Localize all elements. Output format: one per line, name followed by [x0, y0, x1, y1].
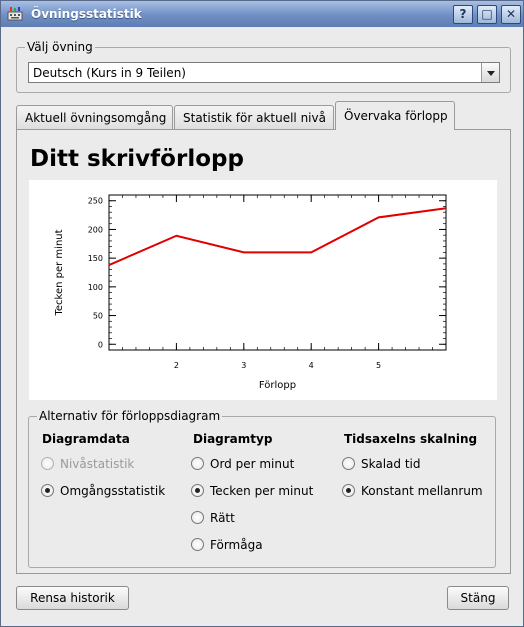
chart-data-heading: Diagramdata: [42, 432, 130, 446]
chart-options-groupbox: Alternativ för förloppsdiagram Diagramda…: [28, 409, 496, 568]
close-button[interactable]: Stäng: [447, 586, 509, 610]
tab-label: Övervaka förlopp: [344, 109, 448, 123]
progress-tab-panel: Ditt skrivförlopp 0 50 100 150 200 250 2 3 4 5 För…: [16, 129, 511, 574]
dialog-window: Övningsstatistik ? □ ✕ Välj övning Deuts…: [0, 0, 524, 627]
radio-words-per-minute[interactable]: [191, 457, 204, 470]
app-icon: [7, 7, 23, 21]
y-tick-label: 100: [88, 283, 103, 292]
radio-scaled-time[interactable]: [342, 457, 355, 470]
chart-type-heading: Diagramtyp: [193, 432, 273, 446]
radio-correct[interactable]: [191, 511, 204, 524]
x-tick-label: 4: [309, 361, 314, 370]
page-title: Ditt skrivförlopp: [30, 146, 244, 172]
tab-level-statistics[interactable]: Statistik för aktuell nivå: [174, 105, 334, 130]
radio-level-statistics[interactable]: [41, 457, 54, 470]
radio-level-statistics-label[interactable]: Nivåstatistik: [60, 457, 134, 471]
tab-current-session[interactable]: Aktuell övningsomgång: [16, 105, 173, 130]
progress-chart: 0 50 100 150 200 250 2 3 4 5 Förlopp Tecken per min…: [54, 194, 447, 391]
y-axis-label: Tecken per minut: [54, 229, 65, 316]
tab-monitor-progress[interactable]: Övervaka förlopp: [335, 101, 455, 130]
close-window-button[interactable]: ✕: [501, 5, 521, 24]
exercise-group-title: Välj övning: [25, 40, 95, 54]
radio-chars-per-minute[interactable]: [191, 484, 204, 497]
maximize-button[interactable]: □: [477, 5, 497, 24]
radio-scaled-time-label[interactable]: Skalad tid: [361, 457, 420, 471]
chart-options-title: Alternativ för förloppsdiagram: [37, 409, 223, 423]
y-tick-label: 200: [88, 225, 103, 234]
radio-skill[interactable]: [191, 538, 204, 551]
x-axis-label: Förlopp: [259, 380, 296, 391]
radio-constant-spacing-label[interactable]: Konstant mellanrum: [361, 484, 483, 498]
radio-chars-per-minute-label[interactable]: Tecken per minut: [210, 484, 313, 498]
exercise-select[interactable]: Deutsch (Kurs in 9 Teilen): [28, 62, 500, 83]
exercise-select-value: Deutsch (Kurs in 9 Teilen): [33, 66, 186, 80]
x-tick-label: 3: [241, 361, 246, 370]
clear-history-button[interactable]: Rensa historik: [16, 586, 129, 610]
x-tick-label: 2: [174, 361, 179, 370]
chevron-down-icon[interactable]: [481, 63, 499, 82]
radio-session-statistics-label[interactable]: Omgångsstatistik: [60, 484, 165, 498]
tab-label: Aktuell övningsomgång: [25, 111, 167, 125]
time-axis-heading: Tidsaxelns skalning: [344, 432, 478, 446]
window-title: Övningsstatistik: [31, 7, 142, 21]
radio-skill-label[interactable]: Förmåga: [210, 538, 263, 552]
tab-label: Statistik för aktuell nivå: [183, 111, 326, 125]
chart-area: 0 50 100 150 200 250 2 3 4 5 Förlopp Tecken per min…: [29, 180, 497, 400]
radio-words-per-minute-label[interactable]: Ord per minut: [210, 457, 294, 471]
radio-constant-spacing[interactable]: [342, 484, 355, 497]
y-tick-label: 250: [88, 197, 103, 206]
x-tick-label: 5: [376, 361, 381, 370]
title-bar[interactable]: Övningsstatistik ? □ ✕: [1, 1, 523, 27]
radio-correct-label[interactable]: Rätt: [210, 511, 235, 525]
plot-frame: [108, 194, 447, 351]
help-button[interactable]: ?: [453, 5, 473, 24]
radio-session-statistics[interactable]: [41, 484, 54, 497]
y-tick-label: 0: [98, 340, 103, 349]
y-tick-label: 50: [93, 312, 103, 321]
y-tick-label: 150: [88, 254, 103, 263]
